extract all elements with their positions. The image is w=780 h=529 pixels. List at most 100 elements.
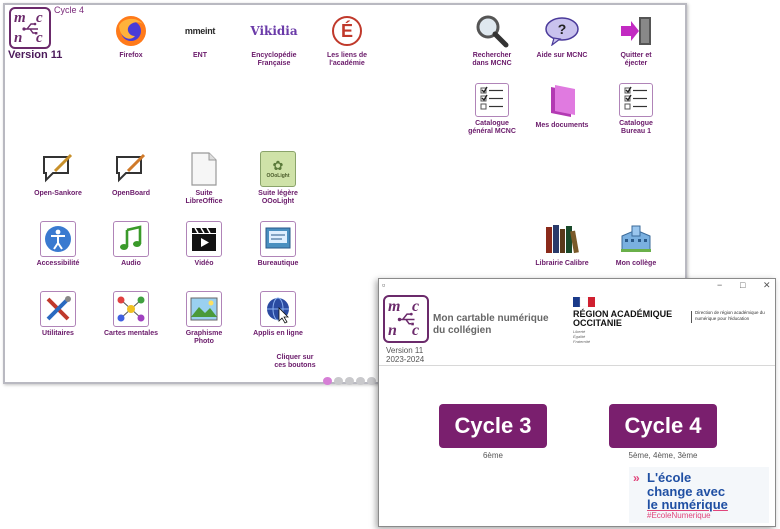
app-accessibilite[interactable]: Accessibilité bbox=[19, 221, 97, 268]
app-label: Audio bbox=[121, 260, 141, 267]
app-libreoffice[interactable]: Suite LibreOffice bbox=[165, 151, 243, 206]
maximize-button[interactable]: □ bbox=[740, 280, 745, 290]
exit-door-icon bbox=[618, 13, 654, 49]
checklist-icon bbox=[619, 83, 653, 117]
app-liens-academie[interactable]: É Les liens de l'académie bbox=[308, 13, 386, 68]
app-mon-college[interactable]: Mon collège bbox=[597, 221, 675, 268]
banner-line3: le numérique bbox=[647, 497, 728, 512]
app-cartes-mentales[interactable]: Cartes mentales bbox=[92, 291, 170, 338]
checklist-icon bbox=[475, 83, 509, 117]
accessibility-icon bbox=[40, 221, 76, 257]
app-rechercher[interactable]: Rechercher dans MCNC bbox=[453, 13, 531, 68]
app-label: Graphisme Photo bbox=[185, 330, 223, 345]
app-label: Mes documents bbox=[535, 122, 589, 129]
app-applis-en-ligne[interactable]: Applis en ligne bbox=[239, 291, 317, 338]
app-librairie-calibre[interactable]: Librairie Calibre bbox=[523, 221, 601, 268]
help-bubble-icon: ? bbox=[544, 13, 580, 49]
vikidia-icon: Vikidia bbox=[250, 24, 298, 38]
speech-pen-icon bbox=[40, 151, 76, 187]
app-label: Librairie Calibre bbox=[535, 260, 589, 267]
version-number: Version 11 bbox=[386, 346, 424, 355]
desktop: Cycle 4 m c n c Version 11 Firefox mmein… bbox=[0, 0, 780, 529]
app-quitter[interactable]: Quitter et éjecter bbox=[597, 13, 675, 68]
app-label: Catalogue Bureau 1 bbox=[619, 120, 653, 135]
app-catalogue-general[interactable]: Catalogue général MCNC bbox=[453, 83, 531, 136]
app-label: Les liens de l'académie bbox=[326, 52, 368, 67]
mcnc-logo[interactable]: m c n c bbox=[9, 7, 51, 49]
usb-icon bbox=[22, 22, 38, 35]
app-label: Accessibilité bbox=[36, 260, 80, 267]
logo-letter-n: n bbox=[388, 322, 397, 339]
app-label: Aide sur MCNC bbox=[536, 52, 588, 59]
globe-cursor-icon bbox=[260, 291, 296, 327]
app-label: ENT bbox=[193, 52, 207, 59]
ooolight-icon: ✿ OOoLight bbox=[260, 151, 296, 187]
app-utilitaires[interactable]: Utilitaires bbox=[19, 291, 97, 338]
banner-line1: L'école bbox=[647, 470, 692, 485]
region-direction: Direction de région académique du numéri… bbox=[695, 310, 765, 321]
cycle-4-button[interactable]: Cycle 4 bbox=[609, 404, 717, 448]
banner-hashtag: #EcoleNumerique bbox=[647, 511, 711, 520]
svg-text:?: ? bbox=[558, 21, 567, 37]
app-ent[interactable]: mmeint ENT bbox=[161, 13, 239, 60]
cycle-4-levels: 5ème, 4ème, 3ème bbox=[628, 451, 698, 460]
minimize-button[interactable]: − bbox=[717, 280, 722, 290]
app-aide[interactable]: ? Aide sur MCNC bbox=[523, 13, 601, 60]
app-mes-documents[interactable]: Mes documents bbox=[523, 83, 601, 130]
app-label: Encyclopédie Française bbox=[251, 52, 297, 67]
cycle-3-button[interactable]: Cycle 3 bbox=[439, 404, 547, 448]
academie-e-icon: É bbox=[329, 13, 365, 49]
app-video[interactable]: Vidéo bbox=[165, 221, 243, 268]
firefox-icon bbox=[113, 13, 149, 49]
version-label: Version 11 bbox=[8, 49, 63, 61]
cycle-label: Cycle 4 bbox=[54, 5, 85, 15]
region-name: RÉGION ACADÉMIQUE OCCITANIE bbox=[573, 310, 672, 328]
close-button[interactable]: ✕ bbox=[763, 280, 771, 291]
page-dot-1[interactable] bbox=[323, 377, 332, 385]
app-label: Suite légère OOoLight bbox=[258, 190, 298, 205]
app-label: Applis en ligne bbox=[253, 330, 303, 337]
usb-icon bbox=[397, 312, 415, 326]
app-audio[interactable]: Audio bbox=[92, 221, 170, 268]
app-graphisme[interactable]: Graphisme Photo bbox=[165, 291, 243, 346]
app-label: Rechercher dans MCNC bbox=[472, 52, 512, 67]
app-title: Mon cartable numérique du collégien bbox=[433, 313, 549, 336]
region-separator bbox=[691, 311, 692, 323]
app-label: Catalogue général MCNC bbox=[468, 120, 516, 135]
app-firefox[interactable]: Firefox bbox=[92, 13, 170, 60]
pagination-dots bbox=[323, 377, 376, 385]
page-dot-4[interactable] bbox=[356, 377, 365, 385]
version-info: Version 11 2023-2024 bbox=[386, 346, 424, 364]
magnifier-icon bbox=[474, 13, 510, 49]
page-dot-2[interactable] bbox=[334, 377, 343, 385]
building-icon bbox=[618, 221, 654, 257]
app-openboard[interactable]: OpenBoard bbox=[92, 151, 170, 198]
cycle-3-levels: 6ème bbox=[482, 451, 503, 460]
tools-icon bbox=[40, 291, 76, 327]
app-open-sankore[interactable]: Open-Sankore bbox=[19, 151, 97, 198]
app-label: OpenBoard bbox=[111, 190, 151, 197]
click-hint: Cliquer sur ces boutons bbox=[274, 354, 316, 369]
app-label: Mon collège bbox=[615, 260, 657, 267]
app-label: Quitter et éjecter bbox=[620, 52, 652, 67]
music-note-icon bbox=[113, 221, 149, 257]
app-label: Cartes mentales bbox=[103, 330, 159, 337]
region-motto: Liberté Égalité Fraternité bbox=[573, 329, 591, 344]
clapperboard-icon bbox=[186, 221, 222, 257]
app-encyclopedie[interactable]: Vikidia Encyclopédie Française bbox=[235, 13, 313, 68]
mcnc-logo: m c n c bbox=[383, 295, 429, 343]
app-label: Open-Sankore bbox=[34, 190, 82, 197]
ecole-numerique-banner[interactable]: » L'école change avec le numérique #Ecol… bbox=[629, 467, 769, 523]
page-dot-3[interactable] bbox=[345, 377, 354, 385]
app-ooolight[interactable]: ✿ OOoLight Suite légère OOoLight bbox=[239, 151, 317, 206]
libreoffice-icon bbox=[186, 151, 222, 187]
books-icon bbox=[544, 221, 580, 257]
app-catalogue-bureau[interactable]: Catalogue Bureau 1 bbox=[597, 83, 675, 136]
page-dot-5[interactable] bbox=[367, 377, 376, 385]
photo-icon bbox=[186, 291, 222, 327]
app-small-icon: ▫ bbox=[382, 280, 386, 290]
app-label: Suite LibreOffice bbox=[185, 190, 223, 205]
marianne-flag-icon bbox=[573, 297, 595, 307]
app-label: Bureautique bbox=[257, 260, 299, 267]
app-bureautique[interactable]: Bureautique bbox=[239, 221, 317, 268]
